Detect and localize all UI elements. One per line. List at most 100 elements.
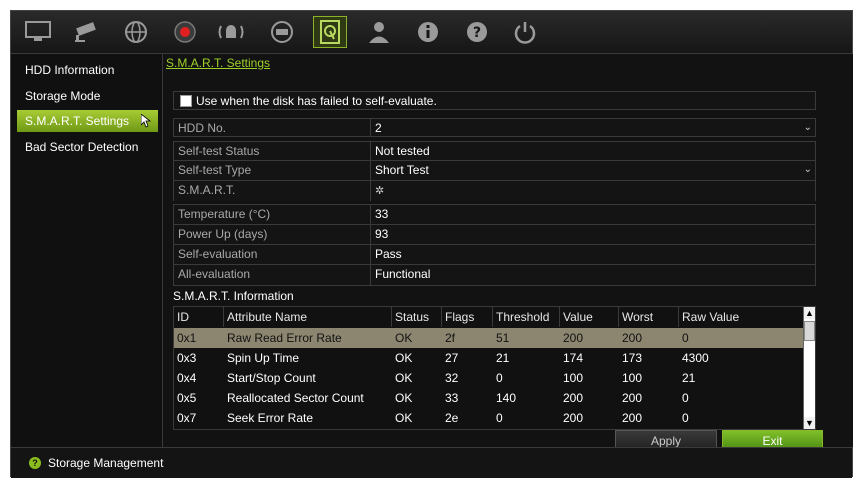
scroll-up-icon[interactable]: ▲ — [804, 307, 815, 319]
sidebar-item-label: HDD Information — [25, 63, 115, 77]
main-toolbar: ? — [11, 11, 852, 54]
sidebar-item-smart-settings[interactable]: S.M.A.R.T. Settings — [17, 110, 158, 132]
table-row[interactable]: 0x1 Raw Read Error Rate OK 2f 51 200 200 0 — [174, 328, 806, 348]
scroll-down-icon[interactable]: ▼ — [804, 417, 815, 429]
self-evaluation-value: Pass — [370, 245, 815, 264]
table-row[interactable]: 0x5 Reallocated Sector Count OK 33 140 200 200… — [174, 388, 806, 408]
status-text: Storage Management — [48, 456, 164, 470]
self-evaluate-checkbox-row[interactable]: Use when the disk has failed to self-eva… — [173, 91, 816, 110]
hdd-no-value: 2 — [375, 121, 382, 135]
table-header: ID Attribute Name Status Flags Threshold… — [174, 307, 806, 327]
self-test-type-select[interactable]: Short Test ⌄ — [370, 161, 815, 180]
cell-threshold: 0 — [496, 371, 503, 385]
power-up-value: 93 — [370, 225, 815, 244]
cell-flags: 27 — [445, 351, 459, 365]
cell-worst: 100 — [622, 371, 643, 385]
user-icon[interactable] — [362, 16, 396, 48]
mouse-cursor-icon — [141, 114, 151, 128]
record-icon[interactable] — [168, 16, 202, 48]
cell-value: 200 — [563, 411, 584, 425]
svg-text:?: ? — [473, 25, 481, 41]
cell-worst: 200 — [622, 411, 643, 425]
column-header-flags: Flags — [442, 307, 493, 327]
chevron-down-icon: ⌄ — [803, 164, 812, 175]
self-evaluation-label: Self-evaluation — [178, 247, 258, 261]
cell-flags: 2e — [445, 411, 459, 425]
table-row[interactable]: 0x3 Spin Up Time OK 27 21 174 173 4300 — [174, 348, 806, 368]
storage-icon[interactable] — [313, 16, 347, 48]
main-panel: S.M.A.R.T. Settings Use when the disk ha… — [163, 54, 853, 450]
monitor-icon[interactable] — [21, 16, 55, 48]
breadcrumb[interactable]: S.M.A.R.T. Settings — [166, 56, 270, 70]
sidebar-item-bad-sector-detection[interactable]: Bad Sector Detection — [17, 136, 158, 158]
cell-flags: 33 — [445, 391, 459, 405]
cell-raw-value: 4300 — [682, 351, 709, 365]
cell-threshold: 51 — [496, 331, 510, 345]
camera-icon[interactable] — [70, 16, 104, 48]
disk-info-group: Temperature (°C) 33 Power Up (days) 93 S… — [173, 204, 816, 286]
cell-threshold: 21 — [496, 351, 510, 365]
cell-attribute-name: Seek Error Rate — [227, 411, 314, 425]
cell-threshold: 0 — [496, 411, 503, 425]
network-icon[interactable] — [119, 16, 153, 48]
column-header-status: Status — [392, 307, 442, 327]
scrollbar-thumb[interactable] — [804, 321, 815, 341]
self-test-type-row: Self-test Type Short Test ⌄ — [174, 161, 815, 181]
power-up-row: Power Up (days) 93 — [174, 225, 815, 245]
cell-status: OK — [395, 331, 413, 345]
table-scrollbar[interactable]: ▲ ▼ — [803, 307, 815, 429]
hdd-no-select[interactable]: 2 ⌄ — [370, 119, 815, 136]
cell-worst: 200 — [622, 391, 643, 405]
temperature-row: Temperature (°C) 33 — [174, 205, 815, 225]
alarm-icon[interactable] — [214, 16, 248, 48]
cell-raw-value: 0 — [682, 411, 689, 425]
all-evaluation-value: Functional — [370, 265, 815, 285]
all-evaluation-row: All-evaluation Functional — [174, 265, 815, 285]
all-evaluation-label: All-evaluation — [178, 267, 251, 281]
info-icon[interactable] — [411, 16, 445, 48]
power-up-label: Power Up (days) — [178, 227, 268, 241]
cell-id: 0x4 — [177, 371, 197, 385]
sidebar-item-label: S.M.A.R.T. Settings — [25, 114, 130, 128]
column-header-threshold: Threshold — [493, 307, 560, 327]
cell-id: 0x3 — [177, 351, 197, 365]
sidebar-item-label: Storage Mode — [25, 89, 101, 103]
sidebar-item-label: Bad Sector Detection — [25, 140, 139, 154]
temperature-value: 33 — [370, 205, 815, 224]
sidebar-item-hdd-information[interactable]: HDD Information — [17, 59, 158, 81]
column-header-raw-value: Raw Value — [682, 310, 740, 324]
cell-attribute-name: Raw Read Error Rate — [227, 331, 342, 345]
cell-status: OK — [395, 351, 413, 365]
checkbox-label: Use when the disk has failed to self-eva… — [196, 94, 437, 108]
smart-test-button[interactable]: ✲ — [370, 181, 815, 201]
column-header-id: ID — [174, 307, 224, 327]
cell-attribute-name: Spin Up Time — [227, 351, 300, 365]
cell-flags: 2f — [445, 331, 456, 345]
self-test-status-value: Not tested — [370, 142, 815, 160]
chevron-down-icon: ⌄ — [803, 122, 812, 133]
cell-value: 200 — [563, 391, 584, 405]
table-row[interactable]: 0x4 Start/Stop Count OK 32 0 100 100 21 — [174, 368, 806, 388]
cell-status: OK — [395, 371, 413, 385]
self-test-status-row: Self-test Status Not tested — [174, 142, 815, 161]
sidebar: HDD Information Storage Mode S.M.A.R.T. … — [11, 54, 163, 447]
cell-worst: 200 — [622, 331, 643, 345]
column-header-value: Value — [560, 307, 619, 327]
sidebar-item-storage-mode[interactable]: Storage Mode — [17, 85, 158, 107]
power-icon[interactable] — [508, 16, 542, 48]
self-test-status-label: Self-test Status — [178, 144, 260, 158]
help-icon: ? — [29, 457, 41, 469]
self-test-type-label: Self-test Type — [178, 163, 252, 177]
status-bar: ? Storage Management — [11, 447, 852, 478]
cell-value: 200 — [563, 331, 584, 345]
table-row[interactable]: 0x7 Seek Error Rate OK 2e 0 200 200 0 — [174, 408, 806, 428]
cell-worst: 173 — [622, 351, 643, 365]
self-evaluate-checkbox[interactable] — [180, 95, 192, 107]
help-icon[interactable]: ? — [460, 16, 494, 48]
cell-status: OK — [395, 411, 413, 425]
device-icon[interactable] — [265, 16, 299, 48]
self-test-group: Self-test Status Not tested Self-test Ty… — [173, 141, 816, 201]
smart-info-table: ID Attribute Name Status Flags Threshold… — [173, 306, 816, 430]
cell-raw-value: 0 — [682, 331, 689, 345]
hdd-no-label: HDD No. — [178, 121, 227, 135]
